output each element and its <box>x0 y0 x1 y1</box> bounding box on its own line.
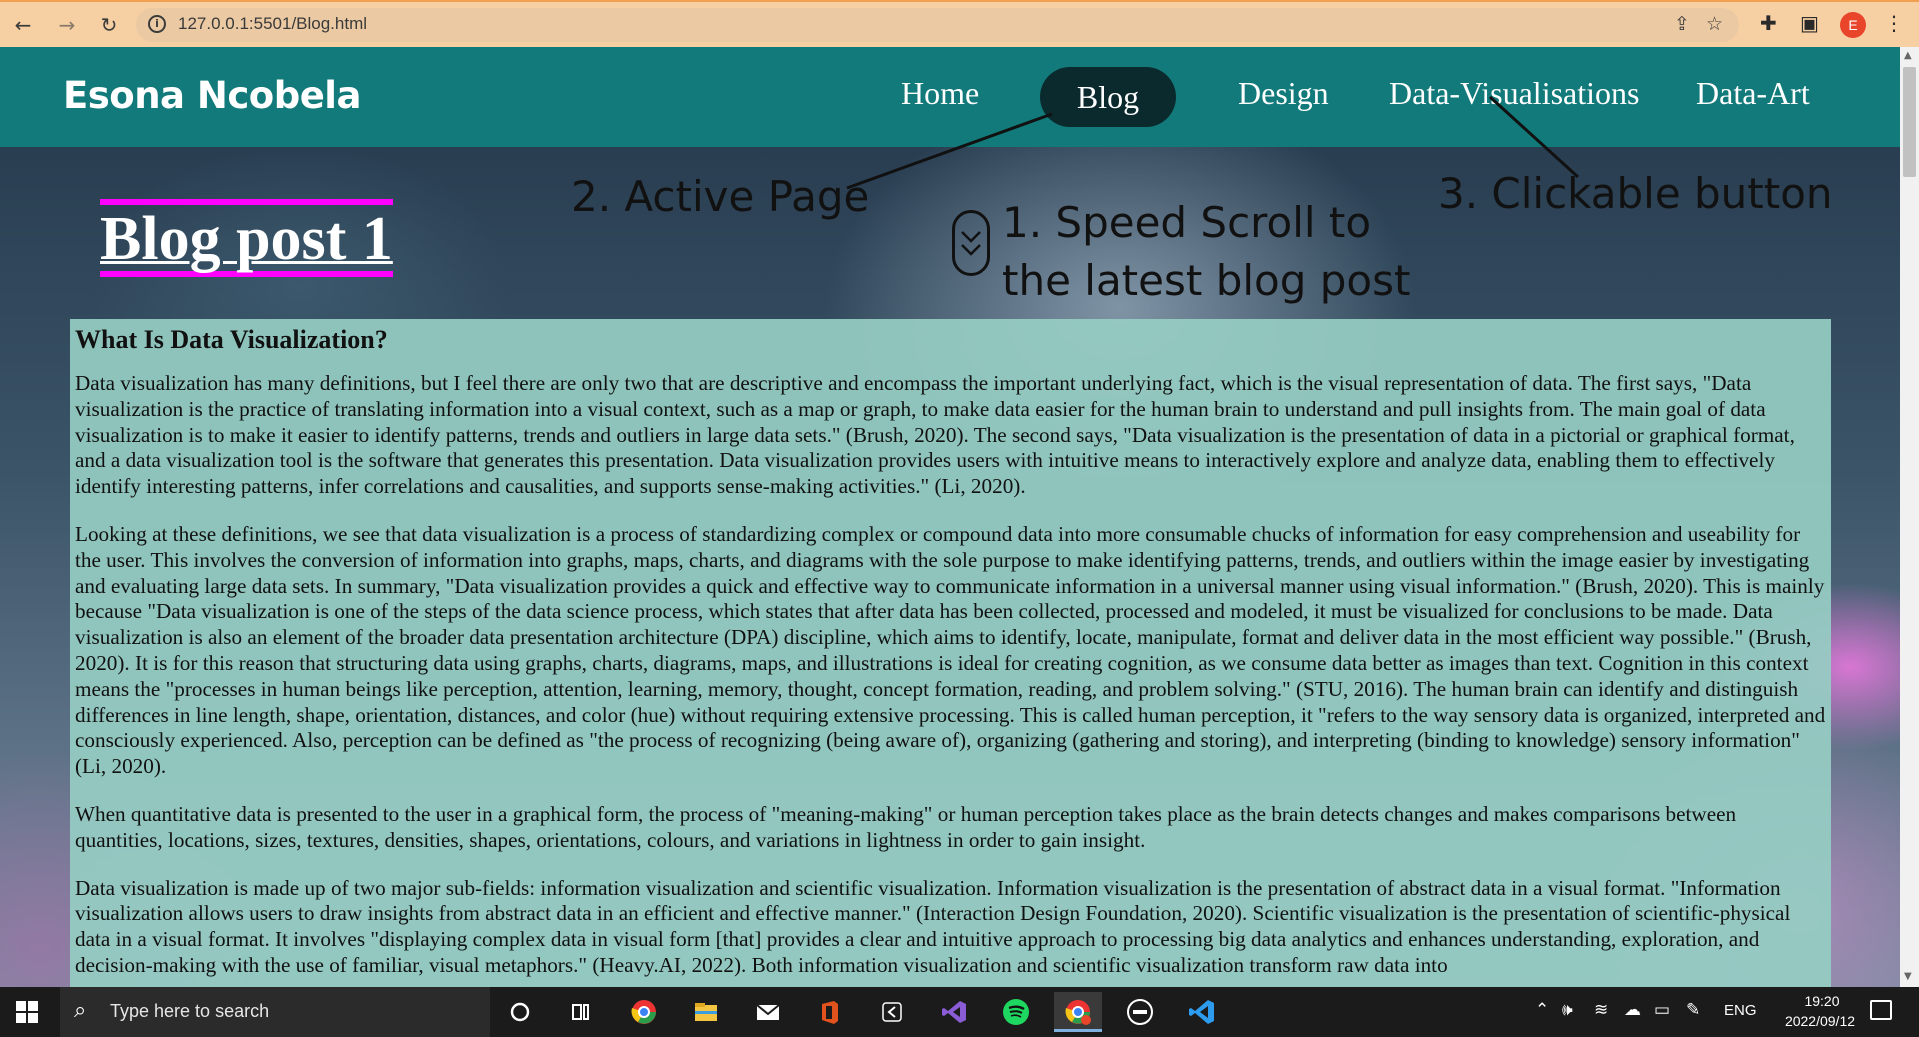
page-scrollbar[interactable]: ▲ ▼ <box>1900 47 1919 987</box>
bookmark-star-icon[interactable]: ☆ <box>1706 13 1723 35</box>
chrome-profile-icon[interactable] <box>1054 992 1102 1032</box>
windows-start-icon[interactable] <box>16 1001 38 1023</box>
clock-date[interactable]: 2022/09/12 <box>1770 1013 1870 1029</box>
volume-icon[interactable]: 🕪 <box>1562 1000 1573 1020</box>
side-panel-icon[interactable]: ▣ <box>1800 11 1819 35</box>
article-paragraph: When quantitative data is presented to t… <box>75 801 1737 852</box>
language-indicator[interactable]: ENG <box>1724 1002 1757 1019</box>
share-icon[interactable]: ⇪ <box>1674 13 1690 35</box>
back-icon[interactable]: ← <box>10 12 36 38</box>
taskbar-search-placeholder: Type here to search <box>110 1001 270 1021</box>
forward-icon[interactable]: → <box>54 12 80 38</box>
scroll-up-icon[interactable]: ▲ <box>1904 50 1912 61</box>
dell-icon[interactable] <box>1116 992 1164 1032</box>
web-page: Esona Ncobela Home Blog Design Data-Visu… <box>0 47 1900 987</box>
spotify-icon[interactable] <box>992 992 1040 1032</box>
cortana-icon[interactable] <box>496 992 544 1032</box>
battery-icon[interactable]: ▭ <box>1654 1000 1670 1020</box>
url-text[interactable]: 127.0.0.1:5501/Blog.html <box>178 14 367 34</box>
site-info-icon[interactable]: i <box>148 15 166 33</box>
notification-icon[interactable] <box>1870 1000 1892 1020</box>
clickable-button-arrow <box>1488 95 1580 179</box>
pen-icon[interactable]: ✎ <box>1686 1000 1700 1020</box>
onedrive-icon[interactable]: ☁ <box>1624 1000 1641 1020</box>
vscode-icon[interactable] <box>1178 992 1226 1032</box>
task-view-icon[interactable] <box>558 992 606 1032</box>
scrollbar-thumb[interactable] <box>1903 67 1916 177</box>
blog-article: What Is Data Visualization? Data visuali… <box>70 319 1831 987</box>
office-icon[interactable] <box>806 992 854 1032</box>
article-paragraph: Looking at these definitions, we see tha… <box>75 521 1826 779</box>
wifi-icon[interactable]: ≋ <box>1594 1000 1608 1020</box>
address-bar[interactable]: i 127.0.0.1:5501/Blog.html ⇪ ☆ <box>136 8 1739 42</box>
menu-kebab-icon[interactable]: ⋮ <box>1884 11 1904 35</box>
mail-icon[interactable] <box>744 992 792 1032</box>
tray-overflow-chevron-icon[interactable]: ⌃ <box>1535 1000 1549 1020</box>
windows-taskbar: ⌕ Type here to search ⌃ 🕪 ≋ ☁ ▭ ✎ ENG 19… <box>0 987 1919 1037</box>
extensions-puzzle-icon[interactable]: ✚ <box>1760 11 1777 35</box>
scroll-down-icon[interactable]: ▼ <box>1904 971 1912 982</box>
article-paragraph: Data visualization is made up of two maj… <box>75 875 1791 977</box>
browser-toolbar: ← → ↻ i 127.0.0.1:5501/Blog.html ⇪ ☆ ✚ ▣… <box>0 0 1919 47</box>
visual-studio-icon[interactable] <box>930 992 978 1032</box>
search-icon: ⌕ <box>74 998 87 1023</box>
clock-time[interactable]: 19:20 <box>1790 993 1854 1009</box>
reload-icon[interactable]: ↻ <box>96 12 122 38</box>
active-page-arrow <box>846 112 1053 190</box>
snip-tool-icon[interactable] <box>868 992 916 1032</box>
article-paragraph: Data visualization has many definitions,… <box>75 371 1795 499</box>
profile-avatar[interactable]: E <box>1840 12 1866 38</box>
file-explorer-icon[interactable] <box>682 992 730 1032</box>
annotation-arrows <box>846 95 1580 190</box>
taskbar-search[interactable]: ⌕ Type here to search <box>60 987 490 1037</box>
chrome-icon[interactable] <box>620 992 668 1032</box>
article-heading: What Is Data Visualization? <box>75 325 388 354</box>
